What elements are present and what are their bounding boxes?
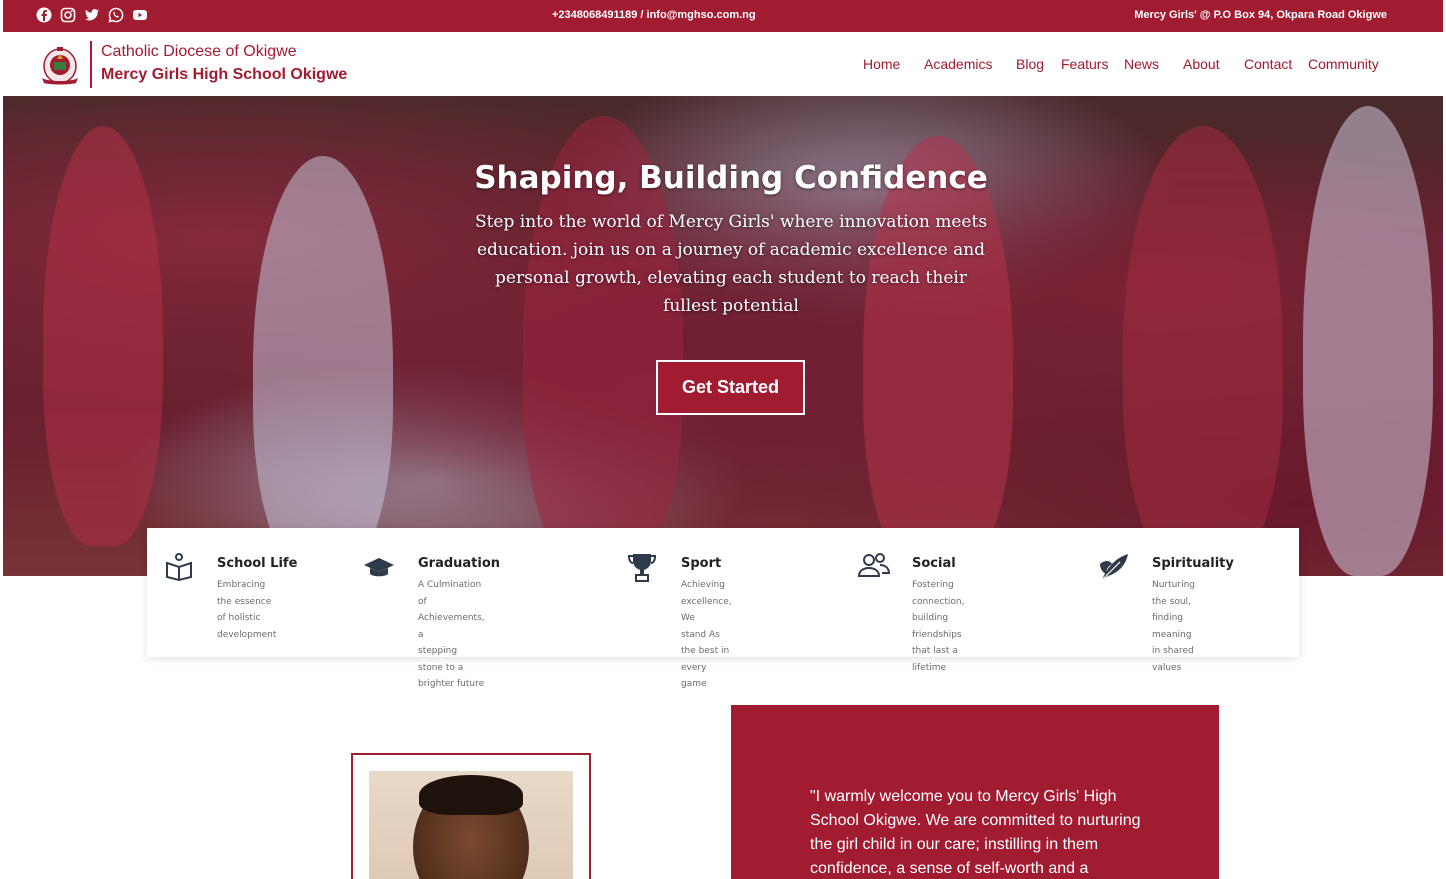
nav-blog[interactable]: Blog — [1016, 56, 1044, 72]
principal-photo — [369, 771, 573, 879]
feature-description: Achieving excellence, We stand As the bes… — [681, 580, 732, 689]
school-name[interactable]: Mercy Girls High School Okigwe — [101, 66, 347, 84]
site-header: Catholic Diocese of Okigwe Mercy Girls H… — [3, 32, 1443, 96]
hero-banner: Shaping, Building Confidence Step into t… — [3, 96, 1443, 576]
nav-about[interactable]: About — [1183, 56, 1220, 72]
open-book-icon — [164, 552, 194, 582]
feature-title: Graduation — [418, 556, 501, 571]
diocese-name: Catholic Diocese of Okigwe — [101, 43, 297, 60]
nav-home[interactable]: Home — [863, 56, 900, 72]
feature-description: Fostering connection, building friendship… — [912, 580, 965, 673]
school-logo[interactable] — [37, 44, 83, 86]
brand-divider — [90, 41, 92, 88]
instagram-icon[interactable] — [60, 7, 76, 23]
top-bar: +2348068491189 / info@mghso.com.ng Mercy… — [3, 0, 1443, 32]
feature-title: School Life — [217, 556, 298, 571]
graduation-cap-icon — [362, 552, 394, 582]
welcome-message: "I warmly welcome you to Mercy Girls' Hi… — [810, 788, 1141, 877]
welcome-message-box: "I warmly welcome you to Mercy Girls' Hi… — [731, 705, 1219, 879]
facebook-icon[interactable] — [36, 7, 52, 23]
nav-news[interactable]: News — [1124, 56, 1159, 72]
nav-community[interactable]: Community — [1308, 56, 1379, 72]
feature-title: Spirituality — [1152, 556, 1234, 571]
feature-description: A Culmination of Achievements, a stepping… — [418, 580, 485, 689]
feather-icon — [1098, 552, 1128, 582]
social-links — [36, 7, 148, 23]
hero-photo-figure — [863, 136, 1013, 576]
hero-photo-figure — [253, 156, 393, 576]
feature-title: Sport — [681, 556, 722, 571]
whatsapp-icon[interactable] — [108, 7, 124, 23]
nav-academics[interactable]: Academics — [924, 56, 992, 72]
people-icon — [857, 552, 891, 582]
principal-hair — [419, 775, 523, 815]
nav-contact[interactable]: Contact — [1244, 56, 1292, 72]
school-address: Mercy Girls' @ P.O Box 94, Okpara Road O… — [1134, 9, 1387, 21]
twitter-icon[interactable] — [84, 7, 100, 23]
feature-description: Embracing the essence of holistic develop… — [217, 580, 277, 640]
trophy-icon — [627, 552, 657, 582]
feature-title: Social — [912, 556, 956, 571]
youtube-icon[interactable] — [132, 7, 148, 23]
hero-description: Step into the world of Mercy Girls' wher… — [474, 212, 988, 316]
feature-description: Nurturing the soul, finding meaning in sh… — [1152, 580, 1195, 673]
contact-info: +2348068491189 / info@mghso.com.ng — [552, 9, 756, 21]
features-card: School Life Embracing the essence of holi… — [147, 528, 1299, 689]
principal-photo-frame — [351, 753, 591, 879]
nav-features[interactable]: Featurs — [1061, 56, 1108, 72]
hero-title: Shaping, Building Confidence — [474, 160, 988, 196]
get-started-button[interactable]: Get Started — [656, 360, 805, 415]
